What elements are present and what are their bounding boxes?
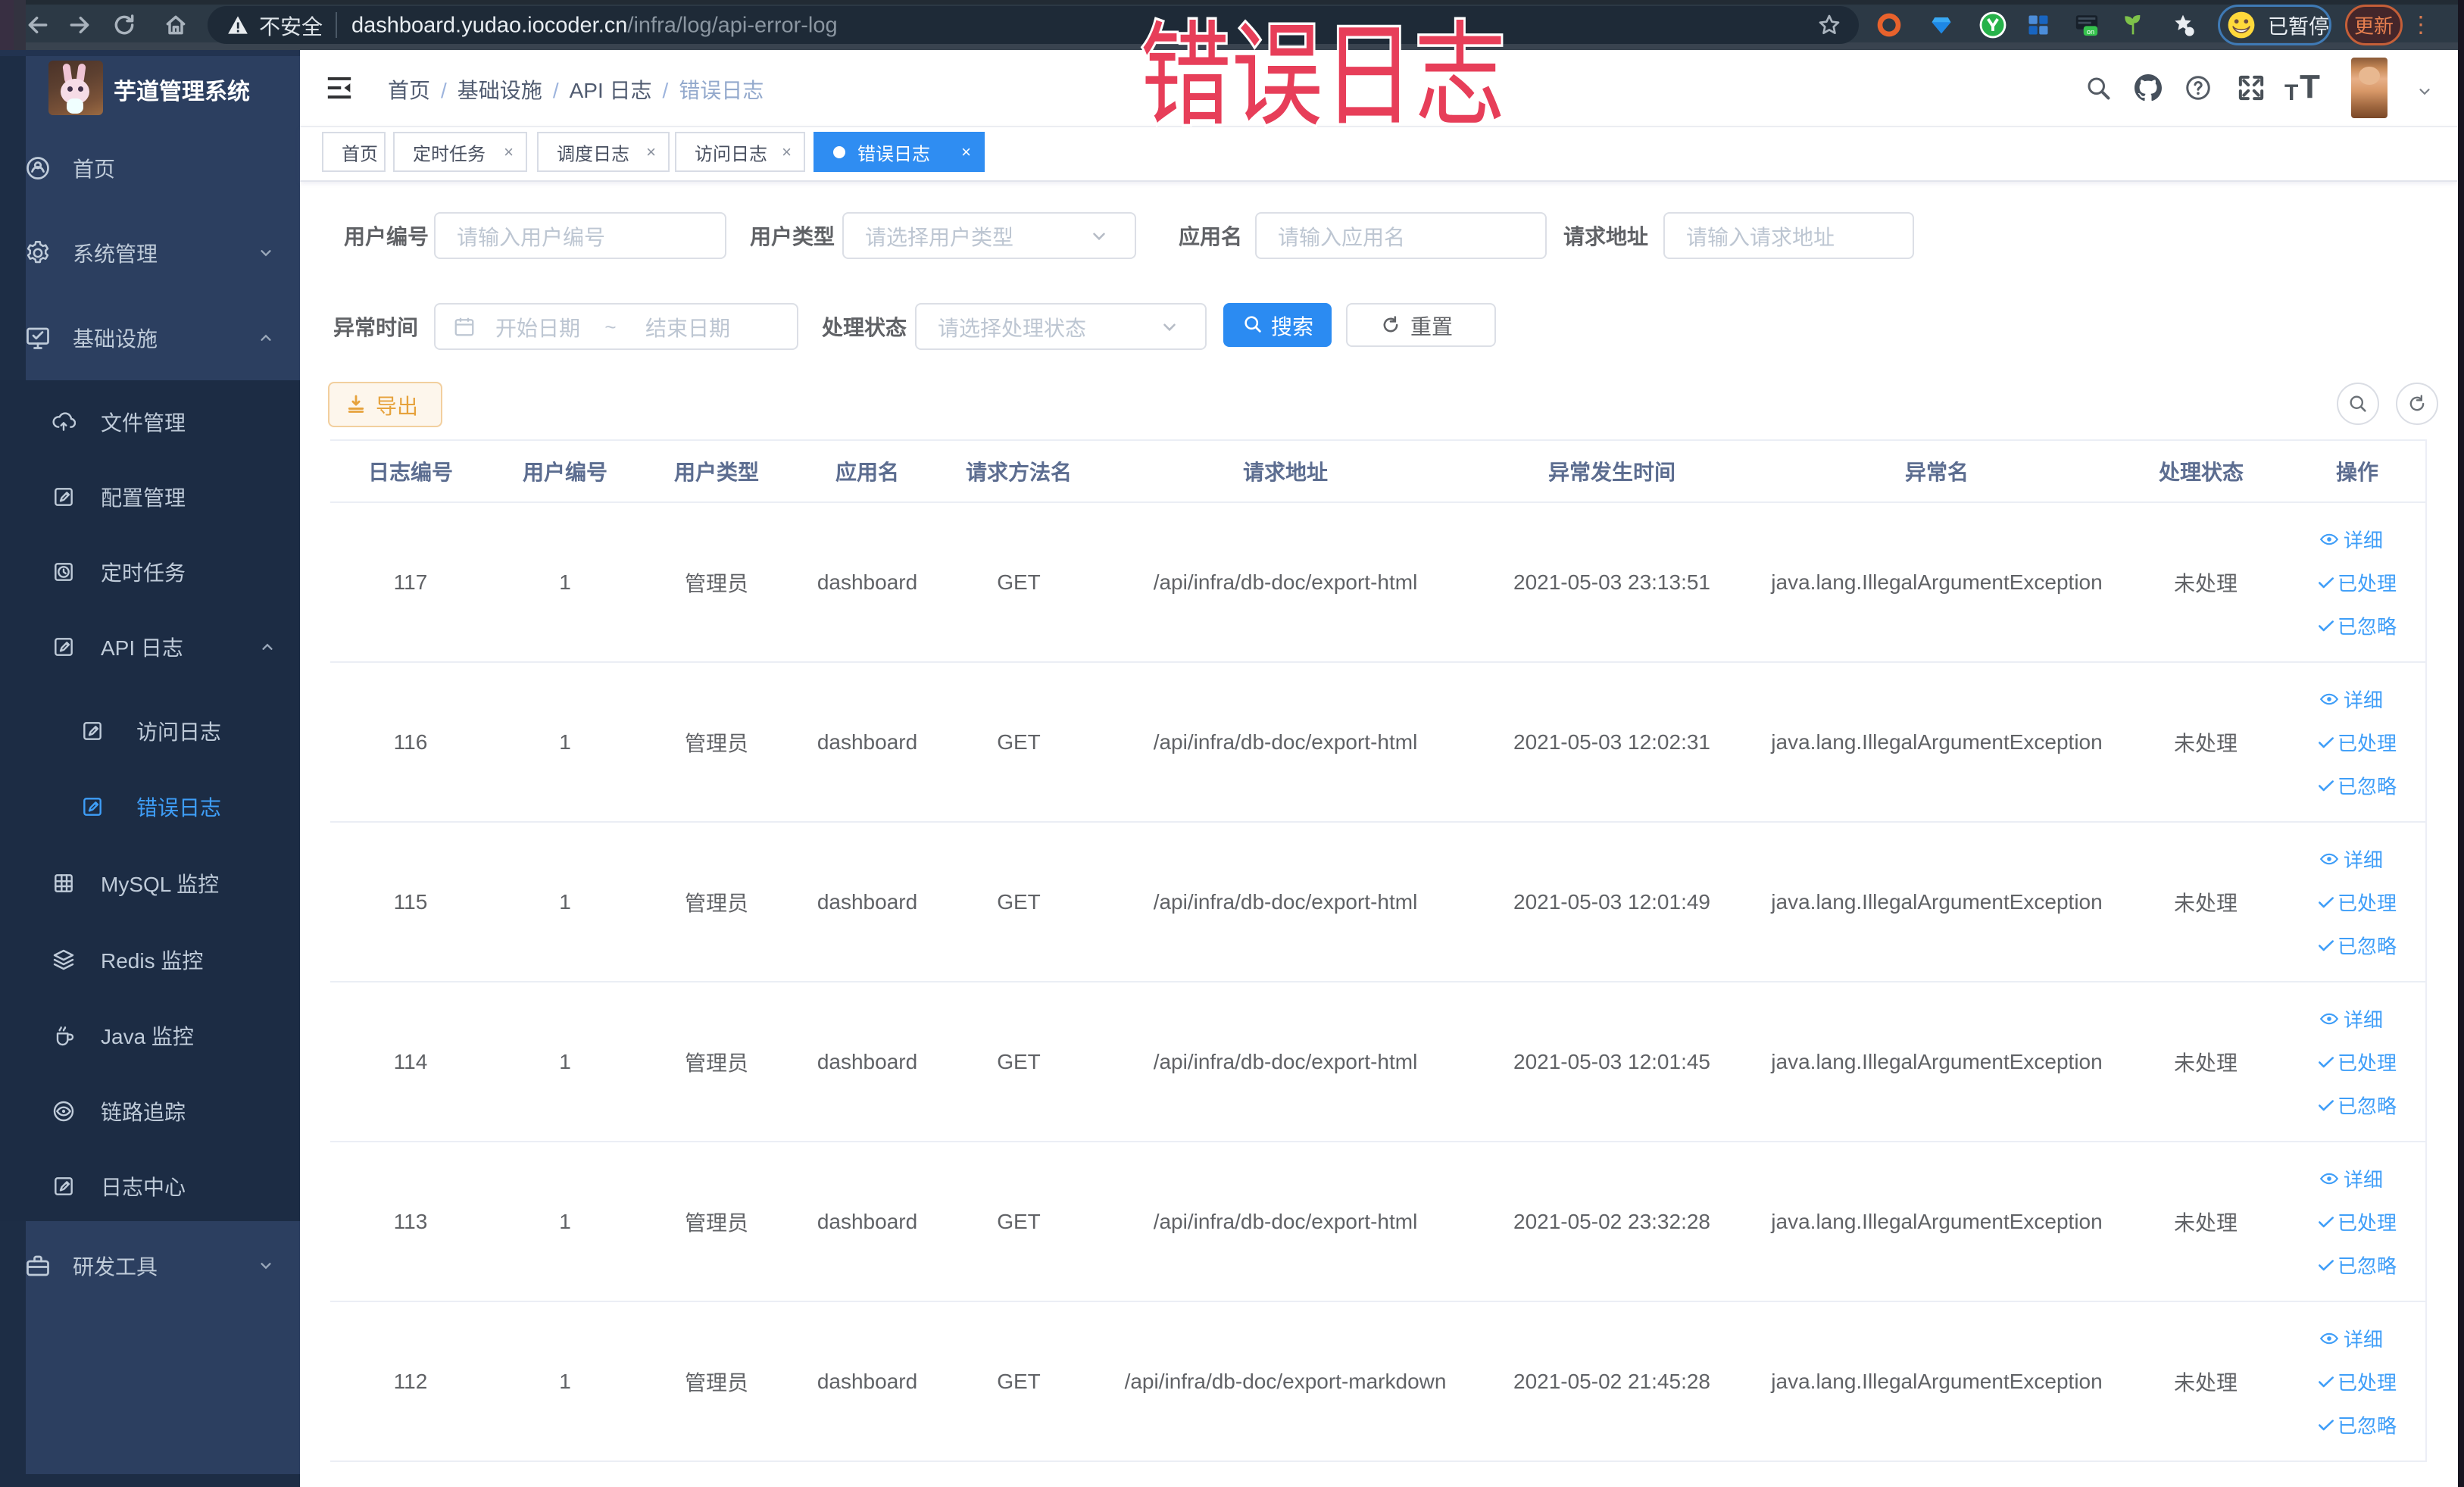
- svg-text:on: on: [2087, 28, 2094, 36]
- svg-text:错误日志: 错误日志: [1140, 12, 1506, 139]
